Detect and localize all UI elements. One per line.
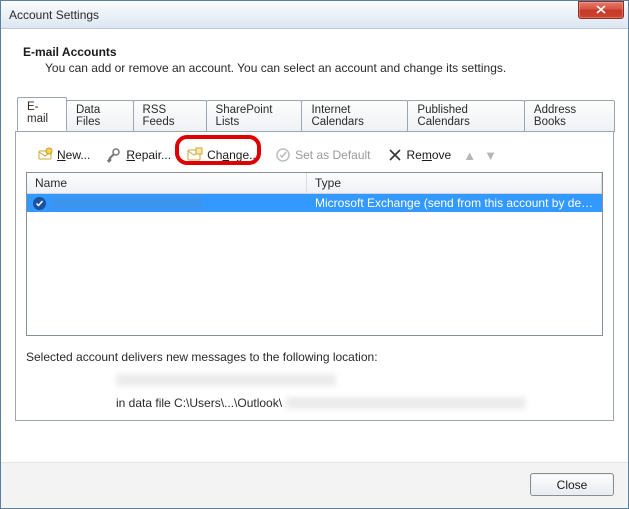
- tab-email[interactable]: E-mail: [17, 97, 67, 131]
- set-default-button: Set as Default: [268, 144, 377, 166]
- delivery-location-name: [116, 374, 336, 386]
- window-close-button[interactable]: [578, 1, 624, 19]
- accounts-grid[interactable]: Name Type Microsoft Exchange (send from …: [26, 172, 603, 336]
- remove-icon: [387, 147, 403, 163]
- close-button[interactable]: Close: [530, 473, 614, 496]
- default-account-icon: [33, 197, 46, 210]
- titlebar: Account Settings: [1, 1, 628, 29]
- section-subtext: You can add or remove an account. You ca…: [45, 61, 614, 75]
- change-icon: [187, 147, 203, 163]
- tab-published-calendars[interactable]: Published Calendars: [407, 100, 525, 132]
- tab-internet-calendars[interactable]: Internet Calendars: [301, 100, 408, 132]
- tab-rss-feeds[interactable]: RSS Feeds: [133, 100, 207, 132]
- account-row[interactable]: Microsoft Exchange (send from this accou…: [27, 194, 602, 212]
- account-settings-window: Account Settings E-mail Accounts You can…: [0, 0, 629, 509]
- account-name-value: [52, 197, 202, 209]
- window-title: Account Settings: [9, 8, 578, 22]
- content-area: E-mail Accounts You can add or remove an…: [1, 29, 628, 462]
- dialog-footer: Close: [1, 462, 628, 508]
- move-down-button: ▼: [481, 148, 500, 163]
- column-header-name[interactable]: Name: [27, 173, 307, 193]
- delivery-path-prefix: in data file C:\Users\...\Outlook\: [116, 396, 282, 410]
- close-icon: [596, 5, 606, 14]
- tab-data-files[interactable]: Data Files: [66, 100, 134, 132]
- toolbar: New... Repair... Change...: [26, 142, 603, 172]
- remove-button[interactable]: Remove: [380, 144, 459, 166]
- delivery-intro: Selected account delivers new messages t…: [26, 350, 603, 364]
- tab-sharepoint-lists[interactable]: SharePoint Lists: [206, 100, 303, 132]
- grid-header: Name Type: [27, 173, 602, 194]
- tab-address-books[interactable]: Address Books: [524, 100, 615, 132]
- tab-strip: E-mail Data Files RSS Feeds SharePoint L…: [15, 97, 614, 131]
- delivery-location: Selected account delivers new messages t…: [26, 350, 603, 410]
- column-header-type[interactable]: Type: [307, 173, 602, 193]
- delivery-path-value: [286, 397, 526, 409]
- set-default-icon: [275, 147, 291, 163]
- change-button[interactable]: Change...: [180, 144, 266, 166]
- new-icon: [37, 147, 53, 163]
- move-up-button: ▲: [460, 148, 479, 163]
- account-type-value: Microsoft Exchange (send from this accou…: [307, 195, 602, 211]
- repair-button[interactable]: Repair...: [99, 144, 178, 166]
- tab-pane-email: New... Repair... Change...: [15, 131, 614, 421]
- new-button[interactable]: New...: [30, 144, 97, 166]
- repair-icon: [106, 147, 122, 163]
- section-heading: E-mail Accounts: [23, 45, 614, 59]
